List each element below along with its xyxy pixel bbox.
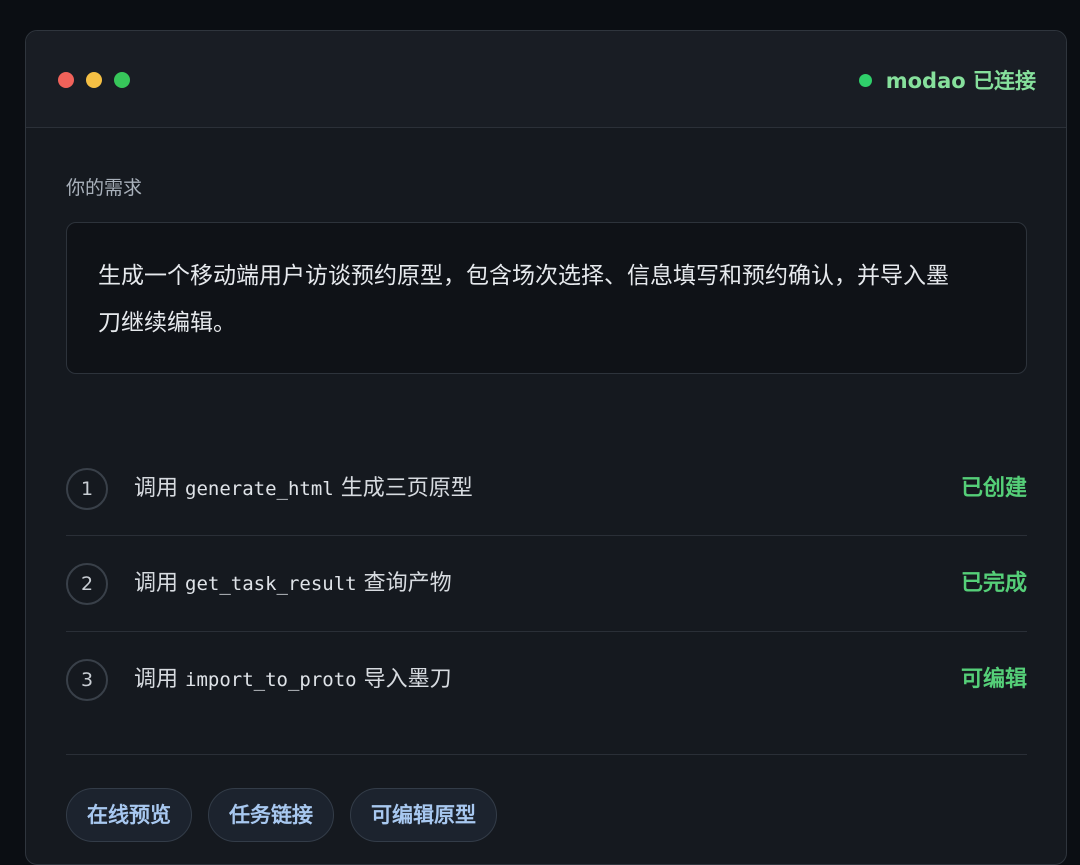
step-status: 可编辑 <box>960 667 1027 692</box>
step-row-2: 2 调用 get_task_result 查询产物 已完成 <box>66 557 1027 613</box>
action-buttons: 在线预览 任务链接 可编辑原型 <box>66 788 497 842</box>
app-window: modao 已连接 你的需求 生成一个移动端用户访谈预约原型，包含场次选择、信息… <box>25 30 1067 865</box>
step-suffix: 查询产物 <box>363 571 452 596</box>
task-link-button[interactable]: 任务链接 <box>208 788 334 842</box>
connected-status-dot-icon <box>858 73 872 87</box>
tool-name-code: get_task_result <box>185 573 357 595</box>
step-description: 调用 get_task_result 查询产物 <box>134 567 452 601</box>
divider <box>66 535 1027 536</box>
online-preview-button[interactable]: 在线预览 <box>66 788 192 842</box>
tool-name-code: import_to_proto <box>185 669 357 691</box>
connection-status: modao 已连接 <box>858 65 1036 95</box>
connection-status-text: modao 已连接 <box>885 69 1036 93</box>
step-number-badge: 3 <box>66 659 108 701</box>
step-number-badge: 2 <box>66 563 108 605</box>
request-text-box: 生成一个移动端用户访谈预约原型，包含场次选择、信息填写和预约确认，并导入墨刀继续… <box>66 222 1027 374</box>
step-prefix: 调用 <box>134 571 179 596</box>
minimize-window-dot-icon[interactable] <box>86 72 102 88</box>
step-row-3: 3 调用 import_to_proto 导入墨刀 可编辑 <box>66 653 1027 709</box>
tool-name-code: generate_html <box>185 478 334 500</box>
step-status: 已创建 <box>960 476 1027 501</box>
step-status: 已完成 <box>960 571 1027 596</box>
title-bar: modao 已连接 <box>26 31 1066 128</box>
step-suffix: 导入墨刀 <box>363 667 452 692</box>
step-prefix: 调用 <box>134 476 179 501</box>
step-number-badge: 1 <box>66 468 108 510</box>
maximize-window-dot-icon[interactable] <box>114 72 130 88</box>
divider <box>66 754 1027 755</box>
divider <box>66 631 1027 632</box>
step-description: 调用 import_to_proto 导入墨刀 <box>134 663 452 697</box>
step-description: 调用 generate_html 生成三页原型 <box>134 472 473 506</box>
step-suffix: 生成三页原型 <box>340 476 473 501</box>
editable-prototype-button[interactable]: 可编辑原型 <box>350 788 497 842</box>
step-prefix: 调用 <box>134 667 179 692</box>
close-window-dot-icon[interactable] <box>58 72 74 88</box>
request-label: 你的需求 <box>66 177 143 199</box>
step-row-1: 1 调用 generate_html 生成三页原型 已创建 <box>66 462 1027 518</box>
